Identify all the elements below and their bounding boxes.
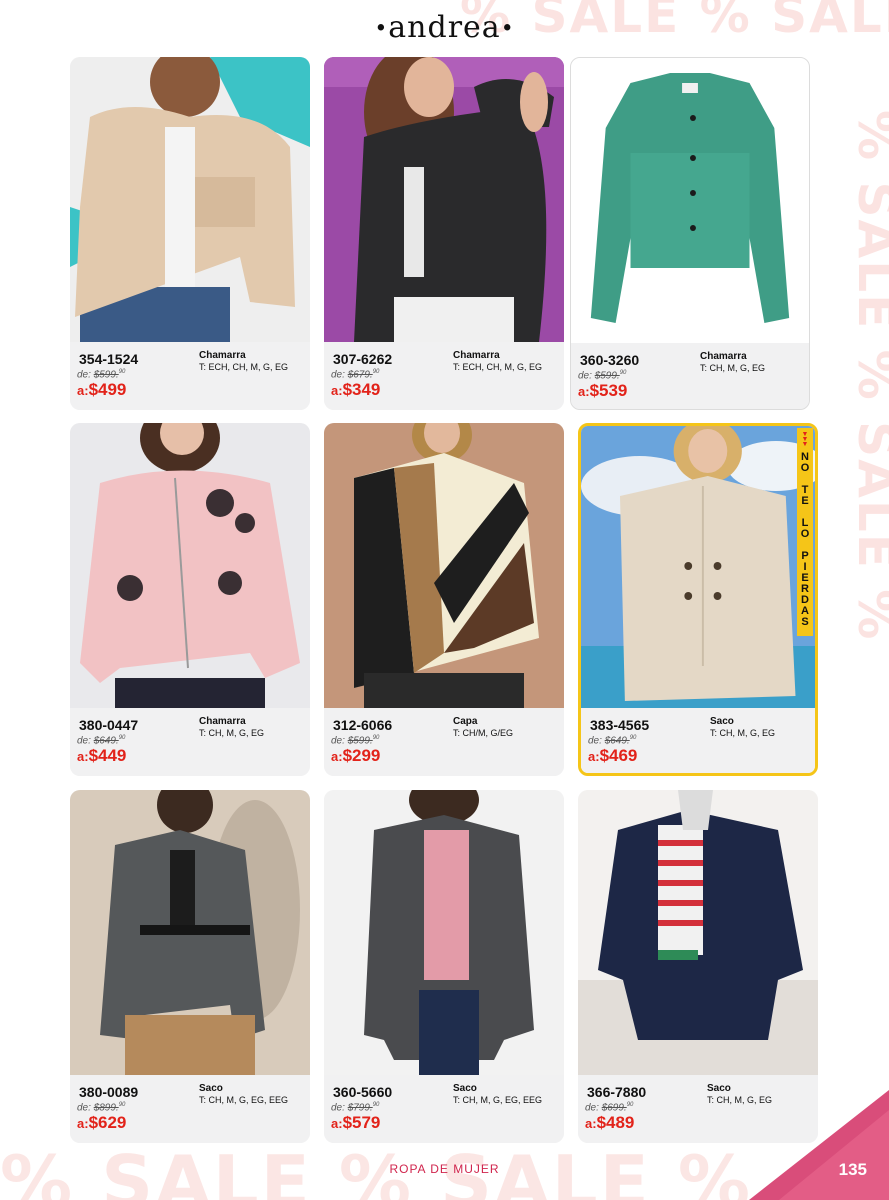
sale-price: a:$629 [77, 1113, 127, 1132]
no-te-lo-pierdas-badge: ▼ ▼ ▼ NO TE LO PIERDAS [797, 428, 813, 636]
product-type: Chamarra [453, 350, 500, 361]
sale-price: a:$499 [77, 380, 127, 399]
product-code: 312-6066 [333, 717, 393, 733]
product-type: Saco [199, 1083, 223, 1094]
product-type: Saco [710, 716, 734, 727]
product-card[interactable]: 360-3260 de: $599.90 a:$539 Chamarra T: … [570, 57, 810, 410]
product-sizes: T: CH, M, G, EG [700, 363, 766, 373]
original-price: de: $649.90 [77, 735, 126, 747]
product-code: 366-7880 [587, 1084, 647, 1100]
product-type: Chamarra [199, 716, 246, 727]
product-sizes: T: CH, M, G, EG [199, 728, 265, 738]
product-code: 380-0447 [79, 717, 139, 733]
sale-price: a:$469 [588, 746, 638, 765]
original-price: de: $699.90 [585, 1102, 634, 1114]
original-price: de: $679.90 [331, 369, 380, 381]
product-sizes: T: CH/M, G/EG [453, 728, 514, 738]
product-photo [571, 58, 809, 343]
original-price: de: $899.90 [77, 1102, 126, 1114]
product-type: Saco [453, 1083, 477, 1094]
product-code: 307-6262 [333, 351, 393, 367]
product-card[interactable]: 354-1524 de: $599.90 a:$499 Chamarra T: … [70, 57, 310, 410]
product-code: 360-5660 [333, 1084, 393, 1100]
product-sizes: T: CH, M, G, EG [710, 728, 776, 738]
product-code: 354-1524 [79, 351, 139, 367]
original-price: de: $599.90 [331, 735, 380, 747]
product-card[interactable]: 380-0089 de: $899.90 a:$629 Saco T: CH, … [70, 790, 310, 1143]
original-price: de: $599.90 [77, 369, 126, 381]
product-photo [324, 57, 564, 342]
product-photo [324, 790, 564, 1075]
brand-logo: •andrea• [374, 10, 515, 45]
sale-price: a:$489 [585, 1113, 635, 1132]
product-card[interactable]: 380-0447 de: $649.90 a:$449 Chamarra T: … [70, 423, 310, 776]
product-photo [70, 423, 310, 708]
product-card[interactable]: 312-6066 de: $599.90 a:$299 Capa T: CH/M… [324, 423, 564, 776]
product-type: Capa [453, 716, 478, 727]
product-code: 380-0089 [79, 1084, 139, 1100]
original-price: de: $799.90 [331, 1102, 380, 1114]
product-photo [324, 423, 564, 708]
product-type: Chamarra [700, 351, 747, 362]
product-sizes: T: CH, M, G, EG, EEG [453, 1095, 543, 1105]
product-code: 383-4565 [590, 717, 650, 733]
product-photo [578, 790, 818, 1075]
sale-price: a:$299 [331, 746, 381, 765]
sale-price: a:$579 [331, 1113, 381, 1132]
page-number: 135 [838, 1160, 867, 1179]
product-sizes: T: ECH, CH, M, G, EG [199, 362, 289, 372]
sale-watermark-right: % SALE % SALE % [847, 110, 889, 641]
sale-price: a:$349 [331, 380, 381, 399]
product-photo [581, 426, 815, 711]
product-code: 360-3260 [580, 352, 640, 368]
product-type: Saco [707, 1083, 731, 1094]
product-photo [70, 790, 310, 1075]
sale-price: a:$539 [578, 381, 628, 400]
product-card[interactable]: 360-5660 de: $799.90 a:$579 Saco T: CH, … [324, 790, 564, 1143]
product-sizes: T: ECH, CH, M, G, EG [453, 362, 543, 372]
original-price: de: $599.90 [578, 370, 627, 382]
original-price: de: $649.90 [588, 735, 637, 747]
product-card-featured[interactable]: ▼ ▼ ▼ NO TE LO PIERDAS 383-4565 de: $649.9… [578, 423, 818, 776]
sale-price: a:$449 [77, 746, 127, 765]
product-photo [70, 57, 310, 342]
product-type: Chamarra [199, 350, 246, 361]
product-sizes: T: CH, M, G, EG, EEG [199, 1095, 289, 1105]
product-card[interactable]: 307-6262 de: $679.90 a:$349 Chamarra T: … [324, 57, 564, 410]
page-corner-tab [749, 1090, 889, 1200]
